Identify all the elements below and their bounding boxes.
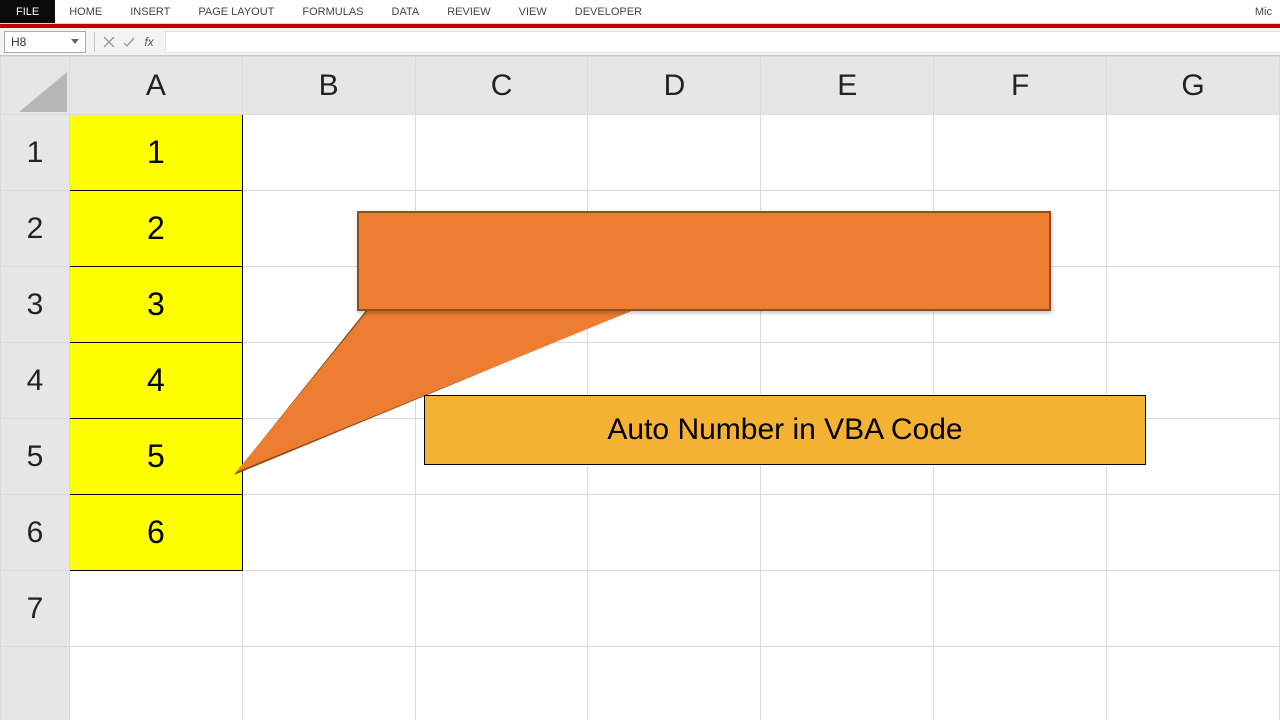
tab-home[interactable]: HOME [55,0,116,23]
cell-e3[interactable] [761,267,934,343]
name-box[interactable]: H8 [4,31,86,53]
cell-d1[interactable] [588,115,761,191]
cell-c8[interactable] [415,647,588,720]
worksheet[interactable]: A B C D E F G 1 1 2 2 3 3 [0,56,1280,720]
tab-data[interactable]: DATA [378,0,434,23]
row-head-2[interactable]: 2 [1,191,70,267]
divider [94,32,95,52]
cell-c3[interactable] [415,267,588,343]
cell-c4[interactable] [415,343,588,419]
cell-a1[interactable]: 1 [69,115,242,191]
cell-d7[interactable] [588,571,761,647]
cell-c1[interactable] [415,115,588,191]
cell-c5[interactable] [415,419,588,495]
row-head-5[interactable]: 5 [1,419,70,495]
cell-f2[interactable] [934,191,1107,267]
tab-formulas[interactable]: FORMULAS [288,0,377,23]
cell-f3[interactable] [934,267,1107,343]
cell-d8[interactable] [588,647,761,720]
col-head-g[interactable]: G [1107,57,1280,115]
cell-e2[interactable] [761,191,934,267]
enter-formula-icon[interactable] [119,31,139,53]
cell-a7[interactable] [69,571,242,647]
cell-d3[interactable] [588,267,761,343]
cell-g3[interactable] [1107,267,1280,343]
row-head-7[interactable]: 7 [1,571,70,647]
col-head-e[interactable]: E [761,57,934,115]
cell-a5[interactable]: 5 [69,419,242,495]
cell-g6[interactable] [1107,495,1280,571]
chevron-down-icon[interactable] [71,39,79,44]
tab-page-layout[interactable]: PAGE LAYOUT [184,0,288,23]
grid: A B C D E F G 1 1 2 2 3 3 [0,56,1280,720]
col-head-a[interactable]: A [69,57,242,115]
cancel-formula-icon[interactable] [99,31,119,53]
tab-file[interactable]: FILE [0,0,55,23]
window-title-fragment: Mic [1247,0,1280,23]
cell-c2[interactable] [415,191,588,267]
cell-a6[interactable]: 6 [69,495,242,571]
cell-b4[interactable] [242,343,415,419]
col-head-c[interactable]: C [415,57,588,115]
cell-e1[interactable] [761,115,934,191]
cell-a4[interactable]: 4 [69,343,242,419]
cell-b3[interactable] [242,267,415,343]
row-head-8[interactable] [1,647,70,720]
row-head-6[interactable]: 6 [1,495,70,571]
cell-a3[interactable]: 3 [69,267,242,343]
tab-view[interactable]: VIEW [505,0,561,23]
cell-b2[interactable] [242,191,415,267]
cell-b6[interactable] [242,495,415,571]
tab-review[interactable]: REVIEW [433,0,504,23]
cell-g7[interactable] [1107,571,1280,647]
row-head-3[interactable]: 3 [1,267,70,343]
cell-c6[interactable] [415,495,588,571]
cell-a2[interactable]: 2 [69,191,242,267]
cell-g8[interactable] [1107,647,1280,720]
ribbon-tabs: FILE HOME INSERT PAGE LAYOUT FORMULAS DA… [0,0,1280,24]
row-head-4[interactable]: 4 [1,343,70,419]
select-all-corner[interactable] [1,57,70,115]
cell-d6[interactable] [588,495,761,571]
cell-g5[interactable] [1107,419,1280,495]
cell-b5[interactable] [242,419,415,495]
cell-a8[interactable] [69,647,242,720]
cell-d5[interactable] [588,419,761,495]
tab-insert[interactable]: INSERT [116,0,184,23]
cell-e8[interactable] [761,647,934,720]
row-head-1[interactable]: 1 [1,115,70,191]
cell-f6[interactable] [934,495,1107,571]
cell-c7[interactable] [415,571,588,647]
cell-b8[interactable] [242,647,415,720]
formula-bar: H8 fx [0,28,1280,56]
cell-f1[interactable] [934,115,1107,191]
cell-e7[interactable] [761,571,934,647]
cell-f8[interactable] [934,647,1107,720]
fx-icon[interactable]: fx [139,31,159,53]
cell-g2[interactable] [1107,191,1280,267]
cell-d2[interactable] [588,191,761,267]
name-box-value: H8 [11,35,26,49]
cell-g4[interactable] [1107,343,1280,419]
tab-developer[interactable]: DEVELOPER [561,0,656,23]
col-head-b[interactable]: B [242,57,415,115]
cell-f7[interactable] [934,571,1107,647]
cell-e5[interactable] [761,419,934,495]
cell-e6[interactable] [761,495,934,571]
col-head-f[interactable]: F [934,57,1107,115]
cell-e4[interactable] [761,343,934,419]
cell-b7[interactable] [242,571,415,647]
cell-d4[interactable] [588,343,761,419]
cell-b1[interactable] [242,115,415,191]
formula-input[interactable] [165,31,1280,53]
cell-f4[interactable] [934,343,1107,419]
cell-g1[interactable] [1107,115,1280,191]
col-head-d[interactable]: D [588,57,761,115]
cell-f5[interactable] [934,419,1107,495]
